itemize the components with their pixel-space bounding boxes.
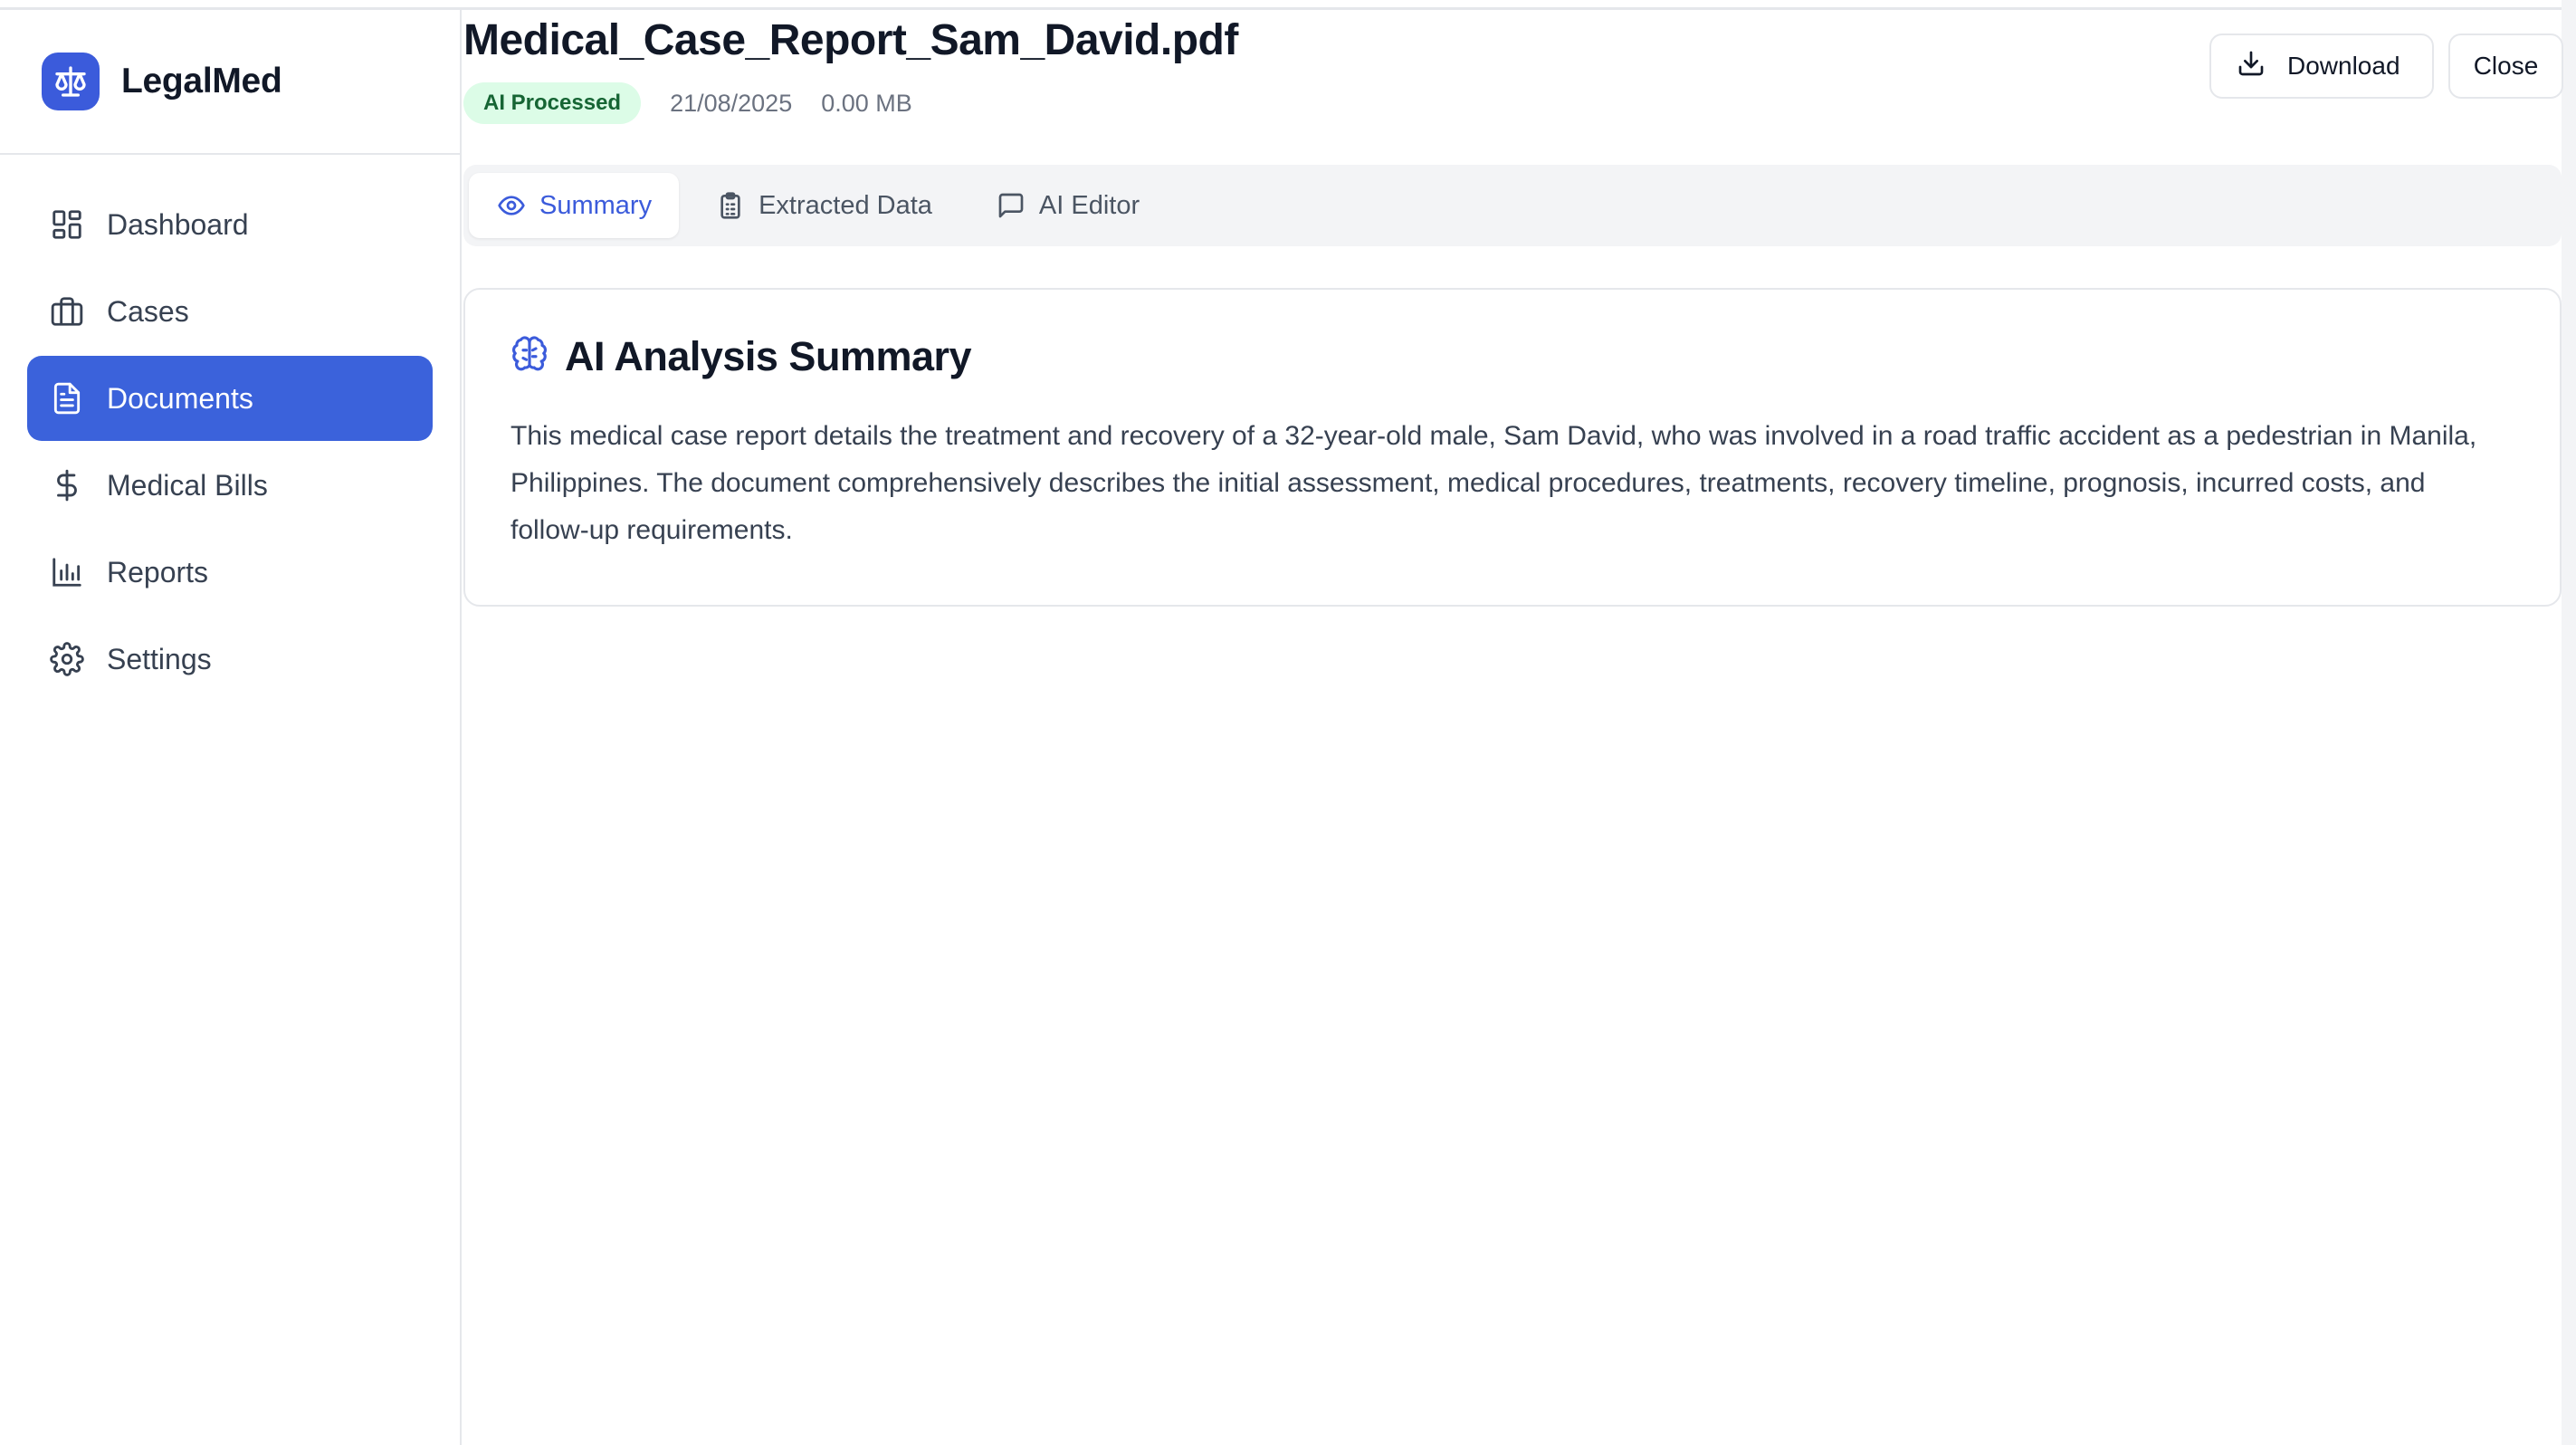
sidebar-item-label: Medical Bills <box>107 468 268 502</box>
document-size: 0.00 MB <box>821 89 912 117</box>
tab-summary[interactable]: Summary <box>469 173 680 238</box>
sidebar-item-label: Dashboard <box>107 207 249 241</box>
brand[interactable]: LegalMed <box>0 10 460 155</box>
sidebar-item-label: Reports <box>107 555 209 589</box>
sidebar-item-medical-bills[interactable]: Medical Bills <box>27 443 433 528</box>
summary-title: AI Analysis Summary <box>565 333 972 379</box>
brand-name: LegalMed <box>121 62 282 100</box>
briefcase-icon <box>49 293 85 330</box>
eye-icon <box>496 190 527 221</box>
scale-icon <box>42 53 100 110</box>
sidebar-item-label: Settings <box>107 642 212 675</box>
summary-card: AI Analysis Summary This medical case re… <box>463 288 2562 607</box>
scrollbar-track[interactable] <box>2562 0 2576 1445</box>
brain-icon <box>510 335 549 378</box>
tab-label: Summary <box>539 190 653 220</box>
sidebar-item-reports[interactable]: Reports <box>27 530 433 615</box>
sidebar-item-documents[interactable]: Documents <box>27 356 433 441</box>
download-label: Download <box>2287 52 2400 80</box>
status-badge: AI Processed <box>463 82 642 124</box>
document-date: 21/08/2025 <box>670 89 793 117</box>
sidebar-item-cases[interactable]: Cases <box>27 269 433 354</box>
main-content: Medical_Case_Report_Sam_David.pdf AI Pro… <box>463 10 2563 1445</box>
tab-bar: Summary Extracted Data AI Editor <box>463 165 2562 246</box>
document-meta: AI Processed 21/08/2025 0.00 MB <box>463 82 912 124</box>
download-button[interactable]: Download <box>2209 33 2434 99</box>
dollar-icon <box>49 467 85 503</box>
dashboard-icon <box>49 206 85 243</box>
tab-ai-editor[interactable]: AI Editor <box>968 173 1167 238</box>
summary-text: This medical case report details the tre… <box>510 421 2477 545</box>
page-title: Medical_Case_Report_Sam_David.pdf <box>463 16 1238 64</box>
app-window: LegalMed Dashboard Cases Documents Medic… <box>0 0 2576 1445</box>
download-icon <box>2237 49 2266 84</box>
sidebar: LegalMed Dashboard Cases Documents Medic… <box>0 10 462 1445</box>
close-label: Close <box>2473 52 2539 80</box>
tab-label: AI Editor <box>1038 190 1140 220</box>
tab-extracted-data[interactable]: Extracted Data <box>688 173 959 238</box>
sidebar-item-label: Documents <box>107 381 253 415</box>
sidebar-nav: Dashboard Cases Documents Medical Bills … <box>0 155 460 702</box>
close-button[interactable]: Close <box>2448 33 2563 99</box>
chat-icon <box>996 190 1026 221</box>
tab-label: Extracted Data <box>758 190 932 220</box>
sidebar-item-settings[interactable]: Settings <box>27 617 433 702</box>
summary-card-header: AI Analysis Summary <box>510 333 2514 380</box>
clipboard-icon <box>715 190 746 221</box>
document-icon <box>49 380 85 416</box>
sidebar-item-dashboard[interactable]: Dashboard <box>27 182 433 267</box>
bar-chart-icon <box>49 554 85 590</box>
gear-icon <box>49 641 85 677</box>
sidebar-item-label: Cases <box>107 294 189 328</box>
